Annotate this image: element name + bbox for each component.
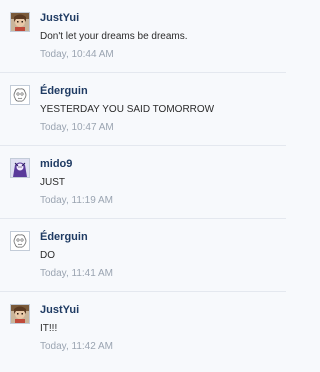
post-username[interactable]: JustYui	[40, 12, 79, 24]
post-message: Don't let your dreams be dreams.	[40, 31, 188, 42]
activity-feed: JustYui Don't let your dreams be dreams.…	[0, 0, 286, 372]
post-timestamp: Today, 11:42 AM	[40, 341, 114, 352]
post-timestamp: Today, 11:41 AM	[40, 268, 114, 279]
feed-post: Éderguin YESTERDAY YOU SAID TOMORROW Tod…	[0, 73, 286, 146]
post-username[interactable]: Éderguin	[40, 85, 88, 97]
feed-post: JustYui Don't let your dreams be dreams.…	[0, 0, 286, 73]
post-message: JUST	[40, 177, 65, 188]
feed-post: mido9 JUST Today, 11:19 AM	[0, 146, 286, 219]
post-timestamp: Today, 10:47 AM	[40, 122, 114, 133]
feed-post: Éderguin DO Today, 11:41 AM	[0, 219, 286, 292]
feed-post: JustYui IT!!! Today, 11:42 AM	[0, 292, 286, 365]
purple-character-avatar-icon[interactable]	[10, 158, 30, 178]
post-timestamp: Today, 11:19 AM	[40, 195, 114, 206]
post-message: YESTERDAY YOU SAID TOMORROW	[40, 104, 215, 115]
post-username[interactable]: mido9	[40, 158, 72, 170]
post-message: DO	[40, 250, 55, 261]
post-username[interactable]: Éderguin	[40, 231, 88, 243]
post-message: IT!!!	[40, 323, 58, 334]
anime-girl-avatar-icon[interactable]	[10, 12, 30, 32]
sketch-face-avatar-icon[interactable]	[10, 85, 30, 105]
sketch-face-avatar-icon[interactable]	[10, 231, 30, 251]
anime-girl-avatar-icon[interactable]	[10, 304, 30, 324]
post-username[interactable]: JustYui	[40, 304, 79, 316]
post-timestamp: Today, 10:44 AM	[40, 49, 114, 60]
